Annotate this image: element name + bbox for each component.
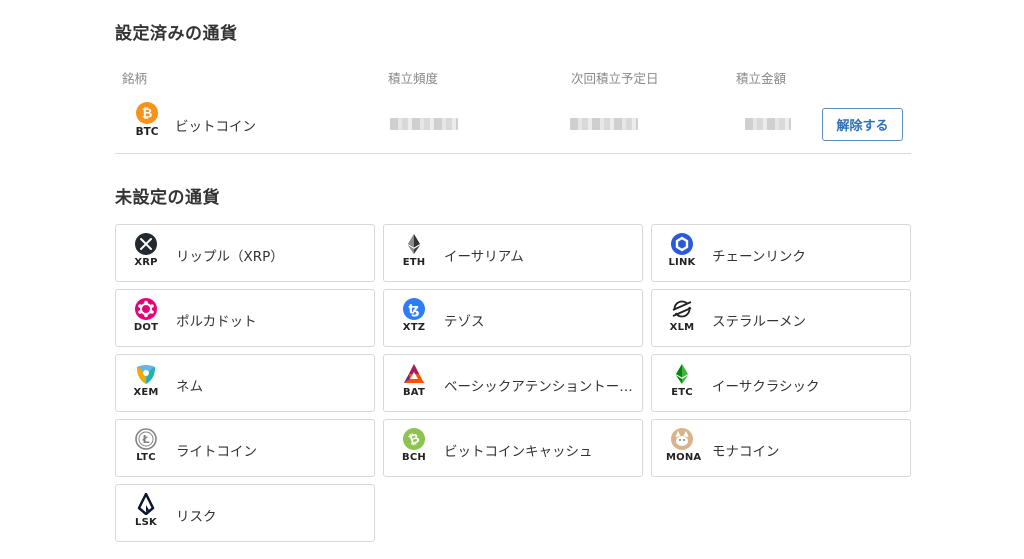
coin-name: リップル（XRP） bbox=[176, 249, 284, 265]
coin-symbol: ETH bbox=[402, 257, 426, 268]
column-header-coin: 銘柄 bbox=[122, 71, 148, 86]
coin-symbol: LINK bbox=[668, 257, 696, 268]
coin-card-eth[interactable]: ETH イーサリアム bbox=[383, 224, 643, 282]
xrp-icon bbox=[135, 233, 157, 255]
coin-badge: ₿ BTC bbox=[132, 102, 162, 138]
coin-name: ビットコイン bbox=[175, 119, 256, 135]
litecoin-icon: Ł bbox=[135, 428, 157, 450]
monacoin-icon bbox=[671, 428, 693, 450]
cancel-button[interactable]: 解除する bbox=[822, 108, 903, 141]
coin-card-link[interactable]: LINK チェーンリンク bbox=[651, 224, 911, 282]
coin-symbol: LSK bbox=[135, 517, 157, 528]
coin-card-dot[interactable]: DOT ポルカドット bbox=[115, 289, 375, 347]
coin-name: ベーシックアテンショントー… bbox=[444, 379, 633, 395]
column-header-next-date: 次回積立予定日 bbox=[571, 71, 659, 86]
coin-card-xtz[interactable]: ꜩ XTZ テゾス bbox=[383, 289, 643, 347]
redacted-next-date bbox=[570, 118, 638, 130]
bitcoin-cash-icon: ₿ bbox=[403, 428, 425, 450]
coin-card-mona[interactable]: MONA モナコイン bbox=[651, 419, 911, 477]
coin-name: イーサリアム bbox=[444, 249, 524, 265]
set-coin-row: ₿ BTC ビットコイン 解除する bbox=[115, 96, 911, 154]
coin-card-bat[interactable]: BAT ベーシックアテンショントー… bbox=[383, 354, 643, 412]
coin-card-xrp[interactable]: XRP リップル（XRP） bbox=[115, 224, 375, 282]
polkadot-icon bbox=[135, 298, 157, 320]
coin-name: ネム bbox=[176, 379, 203, 395]
ethereum-icon bbox=[408, 234, 420, 254]
coin-name: テゾス bbox=[444, 314, 485, 330]
coin-card-bch[interactable]: ₿ BCH ビットコインキャッシュ bbox=[383, 419, 643, 477]
column-header-amount: 積立金額 bbox=[736, 71, 787, 86]
coin-name: ビットコインキャッシュ bbox=[444, 444, 593, 460]
unset-currencies-title: 未設定の通貨 bbox=[115, 188, 220, 208]
coin-symbol: ETC bbox=[671, 387, 693, 398]
bat-icon bbox=[404, 364, 424, 383]
coin-symbol: BAT bbox=[402, 387, 425, 398]
column-header-frequency: 積立頻度 bbox=[388, 71, 439, 86]
coin-symbol: LTC bbox=[136, 452, 156, 463]
nem-icon bbox=[137, 365, 155, 384]
coin-name: リスク bbox=[176, 509, 217, 525]
coin-name: イーサクラシック bbox=[712, 379, 820, 395]
coin-card-xlm[interactable]: XLM ステラルーメン bbox=[651, 289, 911, 347]
chainlink-icon bbox=[671, 233, 693, 255]
coin-symbol: BTC bbox=[135, 126, 159, 138]
coin-name: ポルカドット bbox=[176, 314, 257, 330]
lisk-icon bbox=[137, 493, 155, 515]
set-currencies-title: 設定済みの通貨 bbox=[115, 24, 238, 44]
coin-symbol: DOT bbox=[133, 322, 159, 333]
coin-symbol: MONA bbox=[666, 452, 702, 463]
coin-card-etc[interactable]: ETC イーサクラシック bbox=[651, 354, 911, 412]
coin-name: ステラルーメン bbox=[712, 314, 806, 330]
coin-symbol: BCH bbox=[402, 452, 426, 463]
svg-text:Ł: Ł bbox=[141, 433, 149, 446]
svg-text:ꜩ: ꜩ bbox=[408, 303, 419, 318]
coin-name: チェーンリンク bbox=[712, 249, 806, 265]
tezos-icon: ꜩ bbox=[403, 298, 425, 320]
coin-card-xem[interactable]: XEM ネム bbox=[115, 354, 375, 412]
stellar-icon bbox=[672, 300, 692, 318]
coin-card-lsk[interactable]: LSK リスク bbox=[115, 484, 375, 542]
coin-symbol: XEM bbox=[133, 387, 159, 398]
coin-card-ltc[interactable]: Ł LTC ライトコイン bbox=[115, 419, 375, 477]
coin-symbol: XTZ bbox=[402, 322, 426, 333]
coin-symbol: XLM bbox=[669, 322, 695, 333]
redacted-frequency bbox=[390, 118, 458, 130]
coin-symbol: XRP bbox=[134, 257, 158, 268]
coin-name: モナコイン bbox=[712, 444, 780, 460]
ethereum-classic-icon bbox=[676, 364, 688, 384]
bitcoin-icon: ₿ bbox=[136, 102, 158, 124]
svg-text:₿: ₿ bbox=[142, 107, 153, 122]
redacted-amount bbox=[745, 118, 791, 130]
coin-name: ライトコイン bbox=[176, 444, 257, 460]
